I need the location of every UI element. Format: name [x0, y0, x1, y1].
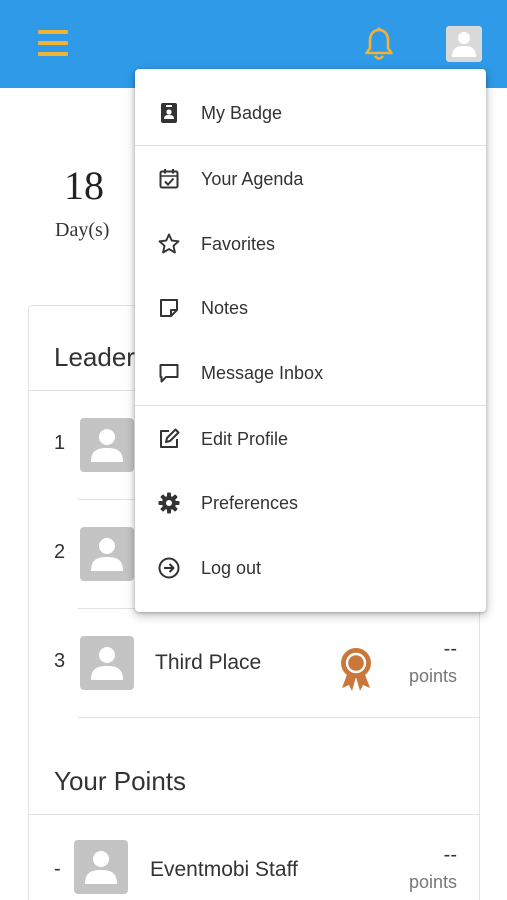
chat-icon: [157, 361, 181, 385]
rank-number: 1: [54, 432, 66, 454]
logout-icon: [157, 556, 181, 580]
menu-item-preferences[interactable]: Preferences: [135, 471, 486, 535]
menu-item-edit-profile[interactable]: Edit Profile: [135, 407, 486, 471]
avatar: [80, 527, 134, 581]
menu-item-label: Edit Profile: [201, 429, 289, 449]
divider: [135, 405, 486, 406]
note-icon: [157, 296, 181, 320]
leaderboard-row[interactable]: 3 Third Place -- points: [29, 608, 479, 716]
menu-item-label: Message Inbox: [201, 363, 324, 383]
rank-number: 2: [54, 541, 66, 563]
badge-icon: [157, 101, 181, 125]
avatar: [80, 636, 134, 690]
attendee-name: Third Place: [155, 651, 262, 674]
profile-dropdown-menu: My Badge Your Agenda Favorites Notes Mes…: [135, 69, 486, 612]
menu-item-label: Favorites: [201, 234, 276, 254]
menu-item-favorites[interactable]: Favorites: [135, 212, 486, 276]
points-value: --: [443, 638, 457, 660]
menu-item-your-agenda[interactable]: Your Agenda: [135, 147, 486, 211]
countdown-value: 18: [64, 163, 104, 208]
menu-item-my-badge[interactable]: My Badge: [135, 81, 486, 145]
user-avatar-icon[interactable]: [446, 26, 482, 62]
menu-item-label: My Badge: [201, 103, 283, 123]
menu-item-label: Notes: [201, 298, 249, 318]
divider: [78, 717, 479, 718]
menu-item-message-inbox[interactable]: Message Inbox: [135, 341, 486, 405]
hamburger-icon[interactable]: [38, 30, 68, 58]
your-points-row[interactable]: - Eventmobi Staff -- points: [29, 814, 479, 900]
bronze-ribbon-icon: [339, 646, 373, 697]
menu-item-label: Log out: [201, 558, 262, 578]
calendar-check-icon: [157, 167, 181, 191]
menu-item-log-out[interactable]: Log out: [135, 536, 486, 600]
points-label: points: [408, 666, 457, 686]
edit-icon: [157, 427, 181, 451]
countdown-unit: Day(s): [55, 219, 110, 241]
menu-item-label: Your Agenda: [201, 169, 304, 189]
divider: [135, 145, 486, 146]
attendee-name: Eventmobi Staff: [150, 858, 298, 881]
gear-icon: [157, 491, 181, 515]
your-points-title: Your Points: [54, 766, 187, 796]
menu-item-notes[interactable]: Notes: [135, 276, 486, 340]
rank-number: -: [54, 858, 61, 880]
rank-number: 3: [54, 650, 66, 672]
points-value: --: [443, 844, 457, 866]
avatar: [74, 840, 128, 894]
bell-icon[interactable]: [362, 26, 396, 62]
leaderboard-title: Leader: [54, 342, 135, 372]
avatar: [80, 418, 134, 472]
menu-item-label: Preferences: [201, 493, 299, 513]
star-icon: [157, 232, 181, 256]
points-label: points: [408, 872, 457, 892]
